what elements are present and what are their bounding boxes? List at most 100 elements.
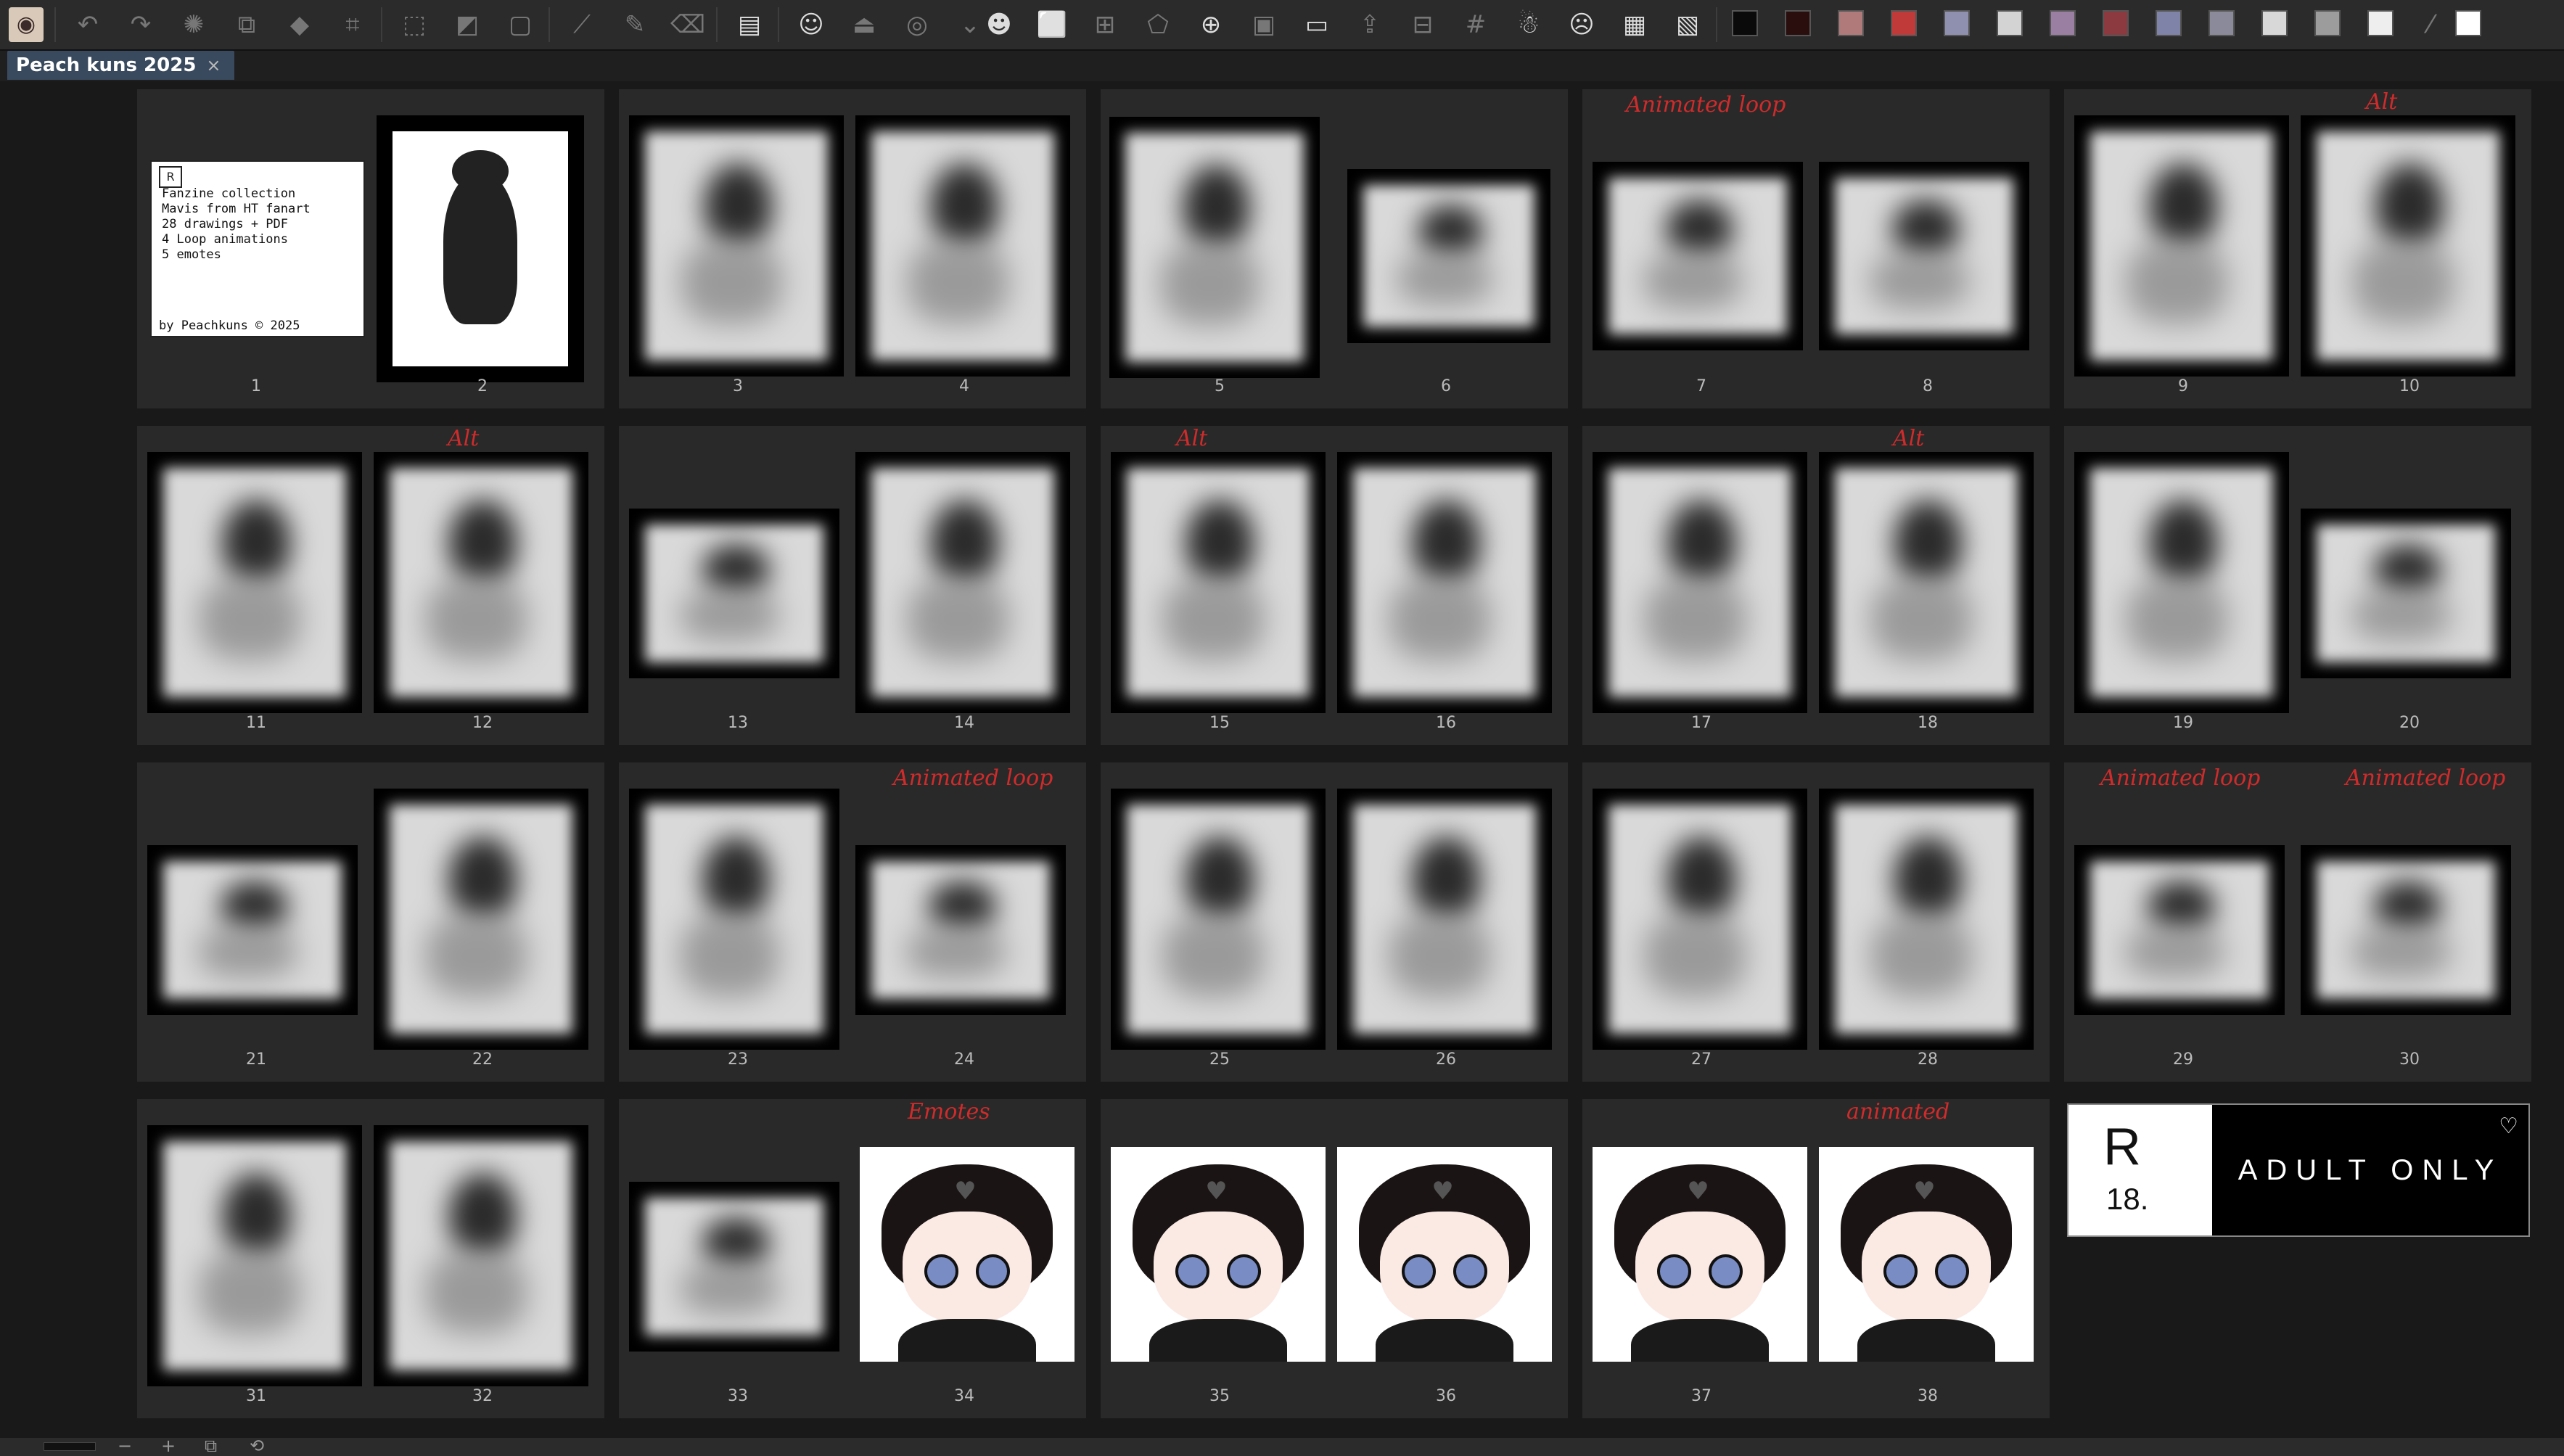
page-thumbnail[interactable] [629, 1182, 839, 1352]
undo-icon[interactable]: ↶ [70, 7, 105, 42]
rotate-view-icon[interactable]: ⟲ [250, 1436, 264, 1456]
invert-selection-icon[interactable]: ◩ [450, 7, 485, 42]
pen-icon[interactable]: ✎ [617, 7, 652, 42]
page-thumbnail[interactable] [1337, 452, 1552, 713]
page-thumbnail[interactable] [2301, 115, 2515, 377]
page-thumbnail[interactable] [1337, 789, 1552, 1050]
page-thumbnail[interactable] [147, 1125, 362, 1386]
transform-icon[interactable]: ⧉ [229, 7, 264, 42]
new-page-icon[interactable]: ⊕ [1193, 7, 1228, 42]
page-spread[interactable]: 29 30 Animated loop Animated loop [2064, 762, 2531, 1082]
record-icon[interactable]: ◎ [900, 7, 934, 42]
page-thumbnail[interactable] [855, 845, 1066, 1015]
color-swatch[interactable] [2314, 10, 2341, 36]
page-thumbnail[interactable]: R Fanzine collection Mavis from HT fanart 2… [150, 160, 365, 337]
page-thumbnail[interactable] [374, 452, 588, 713]
page-thumbnail[interactable] [2074, 452, 2289, 713]
color-swatch[interactable] [2103, 10, 2129, 36]
panel-icon[interactable]: ▤ [732, 7, 767, 42]
page-thumbnail[interactable] [374, 789, 588, 1050]
page-thumbnail[interactable] [1347, 169, 1550, 343]
zoom-out-button[interactable]: − [118, 1436, 132, 1456]
split-icon[interactable]: ⊟ [1405, 7, 1440, 42]
color-swatch[interactable] [2050, 10, 2076, 36]
page-spread[interactable]: 9 10 Alt [2064, 89, 2531, 408]
page-thumbnail[interactable] [1109, 117, 1320, 378]
redo-icon[interactable]: ↷ [123, 7, 158, 42]
color-swatch[interactable] [2261, 10, 2288, 36]
page-spread[interactable]: R Fanzine collection Mavis from HT fanart 2… [137, 89, 604, 408]
page-spread[interactable]: 27 28 [1582, 762, 2050, 1082]
page-thumbnail[interactable] [377, 115, 584, 382]
reference-icon[interactable]: ☻ [982, 7, 1016, 42]
page-thumbnail[interactable] [1111, 789, 1326, 1050]
crop-icon[interactable]: ⌗ [335, 7, 370, 42]
page-spread[interactable]: 34 [619, 89, 1086, 408]
selection-border-icon[interactable]: ▢ [503, 7, 538, 42]
color-swatch[interactable] [2367, 10, 2394, 36]
page-thumbnail[interactable] [1593, 162, 1803, 350]
page-spread[interactable]: 23 24 Animated loop [619, 762, 1086, 1082]
page-spread[interactable]: 17 18 Alt [1582, 426, 2050, 745]
emote-thumbnail[interactable]: ♥ [1819, 1147, 2034, 1362]
model-icon[interactable]: ☃ [1511, 7, 1546, 42]
page-thumbnail[interactable] [2301, 845, 2511, 1015]
page-spread[interactable]: 31 32 [137, 1099, 604, 1418]
page-thumbnail[interactable] [2074, 845, 2285, 1015]
frame-icon[interactable]: ⬜ [1035, 7, 1069, 42]
page-spread[interactable]: ♥ 37 ♥ 38 animated [1582, 1099, 2050, 1418]
page-spread[interactable]: 21 22 [137, 762, 604, 1082]
grid-icon[interactable]: # [1458, 7, 1493, 42]
page-thumbnail[interactable] [1819, 162, 2029, 350]
character-2-icon[interactable]: ☹ [1564, 7, 1599, 42]
page-thumbnail[interactable] [1819, 452, 2034, 713]
color-swatch[interactable] [1944, 10, 1970, 36]
color-swatch[interactable] [1838, 10, 1864, 36]
app-logo-icon[interactable]: ◉ [9, 7, 44, 42]
zoom-in-button[interactable]: + [161, 1436, 176, 1456]
page-thumbnail[interactable] [629, 789, 839, 1050]
zoom-slider[interactable] [44, 1442, 96, 1451]
page-spread[interactable]: 19 20 [2064, 426, 2531, 745]
page-thumbnail[interactable] [1111, 452, 1326, 713]
deselect-icon[interactable]: ⬚ [397, 7, 432, 42]
emote-thumbnail[interactable]: ♥ [1111, 1147, 1326, 1362]
page-thumbnail[interactable] [147, 845, 358, 1015]
color-swatch[interactable] [1732, 10, 1758, 36]
folder-icon[interactable]: ▭ [1299, 7, 1334, 42]
page-thumbnail[interactable] [2074, 115, 2289, 377]
loading-icon[interactable]: ✺ [176, 7, 211, 42]
fill-icon[interactable]: ◆ [282, 7, 317, 42]
color-swatch[interactable] [1997, 10, 2023, 36]
color-swatch[interactable] [1891, 10, 1917, 36]
ruler-line-icon[interactable]: ⟋ [564, 7, 599, 42]
page-thumbnail[interactable] [147, 452, 362, 713]
page-spread[interactable]: 7 8 Animated loop [1582, 89, 2050, 408]
emote-thumbnail[interactable]: ♥ [860, 1147, 1075, 1362]
emote-thumbnail[interactable]: ♥ [1593, 1147, 1807, 1362]
page-thumbnail[interactable] [629, 115, 844, 377]
page-thumbnail[interactable] [1593, 452, 1807, 713]
page-thumbnail[interactable] [855, 452, 1070, 713]
page-spread[interactable]: 25 26 [1101, 762, 1568, 1082]
eyedropper-icon[interactable]: ⁄ [2413, 7, 2448, 42]
page-spread[interactable]: 33 ♥ 34 Emotes [619, 1099, 1086, 1418]
page-spread[interactable]: 13 14 [619, 426, 1086, 745]
page-spread[interactable]: ♥ 35 ♥ 36 [1101, 1099, 1568, 1418]
page-spread[interactable]: 15 16 Alt [1101, 426, 1568, 745]
upload-icon[interactable]: ⇪ [1352, 7, 1387, 42]
page-thumbnail[interactable] [629, 509, 839, 678]
export-icon[interactable]: ⏏ [847, 7, 882, 42]
emote-thumbnail[interactable]: ♥ [1337, 1147, 1552, 1362]
page-thumbnail[interactable] [374, 1125, 588, 1386]
page-spread[interactable]: 11 12 Alt [137, 426, 604, 745]
page-thumbnail[interactable] [1819, 789, 2034, 1050]
page-settings-icon[interactable]: ▣ [1246, 7, 1281, 42]
page-spread[interactable]: 56 [1101, 89, 1568, 408]
color-swatch[interactable] [2156, 10, 2182, 36]
mesh-icon[interactable]: ⊞ [1088, 7, 1122, 42]
color-swatch[interactable] [2208, 10, 2235, 36]
fit-page-icon[interactable]: ⧉ [205, 1436, 217, 1456]
page-thumbnail[interactable] [1593, 789, 1807, 1050]
color-swatch[interactable] [2455, 10, 2481, 36]
